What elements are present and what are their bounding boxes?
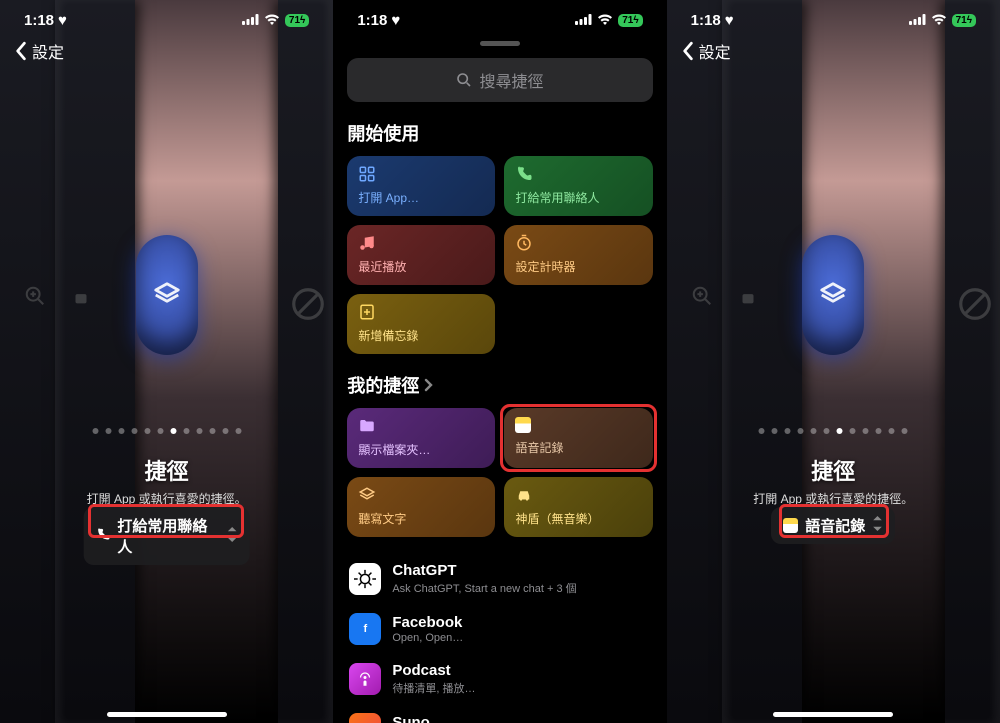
tile-recent-play[interactable]: 最近播放	[347, 225, 495, 285]
shortcuts-layers-icon	[818, 280, 848, 310]
app-row-chatgpt[interactable]: ChatGPTAsk ChatGPT, Start a new chat + 3…	[347, 555, 652, 603]
signal-icon	[575, 12, 592, 29]
chevron-left-icon	[681, 41, 695, 61]
battery-badge: 71ϟ	[952, 14, 976, 27]
tile-open-app[interactable]: 打開 App…	[347, 156, 495, 216]
tile-voice-record[interactable]: 語音記錄	[504, 408, 652, 468]
title-block: 捷徑 打開 App 或執行喜愛的捷徑。	[0, 454, 333, 507]
zoom-icon	[691, 285, 713, 312]
timer-icon	[515, 234, 533, 252]
heart-icon: ♥	[391, 12, 400, 29]
podcast-icon	[349, 663, 381, 695]
wifi-icon	[264, 12, 280, 29]
back-button[interactable]: 設定	[0, 33, 333, 69]
action-button-preview[interactable]	[802, 235, 864, 355]
status-bar: 1:18♥ 71ϟ	[0, 0, 333, 33]
page-dots	[92, 428, 241, 434]
tile-set-timer[interactable]: 設定計時器	[504, 225, 652, 285]
status-bar: 1:18♥ 71ϟ	[667, 0, 1000, 33]
tile-new-note[interactable]: 新增備忘錄	[347, 294, 495, 354]
home-indicator[interactable]	[773, 712, 893, 717]
tile-show-folders[interactable]: 顯示檔案夾…	[347, 408, 495, 468]
chevron-right-icon	[423, 378, 433, 392]
action-button-preview[interactable]	[136, 235, 198, 355]
tile-shield-nomusic[interactable]: 神盾（無音樂）	[504, 477, 652, 537]
zoom-icon	[24, 285, 46, 312]
app-grid-icon	[358, 165, 376, 183]
screenshot-1: 1:18♥ 71ϟ 設定 捷徑 打開 App 或執行喜愛的捷徑。 打給常用聯絡人	[0, 0, 333, 723]
app-row-facebook[interactable]: f FacebookOpen, Open…	[347, 606, 652, 652]
heart-icon: ♥	[725, 12, 734, 29]
phone-icon	[515, 165, 533, 183]
battery-badge: 71ϟ	[285, 14, 309, 27]
wifi-icon	[931, 12, 947, 29]
prohibit-icon	[289, 285, 327, 328]
folder-icon	[358, 417, 376, 435]
signal-icon	[909, 12, 926, 29]
screenshot-3: 1:18♥ 71ϟ 設定 捷徑 打開 App 或執行喜愛的捷徑。 語音記錄	[667, 0, 1000, 723]
chatgpt-icon	[349, 563, 381, 595]
back-label: 設定	[32, 39, 64, 63]
suno-icon: SUNO	[349, 713, 381, 723]
wifi-icon	[597, 12, 613, 29]
facebook-icon: f	[349, 613, 381, 645]
chevron-left-icon	[14, 41, 28, 61]
search-icon	[456, 72, 472, 88]
annotation-callout	[88, 504, 244, 538]
annotation-callout	[500, 404, 656, 472]
sheet-grabber[interactable]	[480, 41, 520, 46]
car-icon	[515, 486, 533, 504]
home-indicator[interactable]	[107, 712, 227, 717]
prohibit-icon	[956, 285, 994, 328]
page-title: 捷徑	[0, 454, 333, 486]
heart-icon: ♥	[58, 12, 67, 29]
battery-badge: 71ϟ	[618, 14, 642, 27]
back-button[interactable]: 設定	[667, 33, 1000, 69]
tile-dictate-text[interactable]: 聽寫文字	[347, 477, 495, 537]
notes-app-icon	[515, 417, 531, 433]
signal-icon	[242, 12, 259, 29]
shortcuts-layers-icon	[152, 280, 182, 310]
app-row-podcast[interactable]: Podcast待播清單, 播放…	[347, 655, 652, 703]
lock-layers-icon	[737, 285, 759, 312]
layers-icon	[358, 486, 376, 504]
title-block: 捷徑 打開 App 或執行喜愛的捷徑。	[667, 454, 1000, 507]
search-input[interactable]: 搜尋捷徑	[347, 58, 652, 102]
section-my-shortcuts[interactable]: 我的捷徑	[347, 372, 652, 398]
section-getting-started: 開始使用	[347, 120, 652, 146]
page-dots	[759, 428, 908, 434]
tile-call-favorite[interactable]: 打給常用聯絡人	[504, 156, 652, 216]
note-add-icon	[358, 303, 376, 321]
lock-layers-icon	[70, 285, 92, 312]
status-time: 1:18	[24, 12, 54, 29]
app-row-suno[interactable]: SUNO SunoCreate, Record, Camera	[347, 706, 652, 723]
screenshot-2: 1:18♥ 71ϟ 搜尋捷徑 開始使用 打開 App… 打給常用聯絡人 最近播放	[333, 0, 666, 723]
music-icon	[358, 234, 376, 252]
search-placeholder: 搜尋捷徑	[479, 68, 543, 92]
annotation-callout	[779, 504, 889, 538]
status-bar: 1:18♥ 71ϟ	[333, 0, 666, 33]
